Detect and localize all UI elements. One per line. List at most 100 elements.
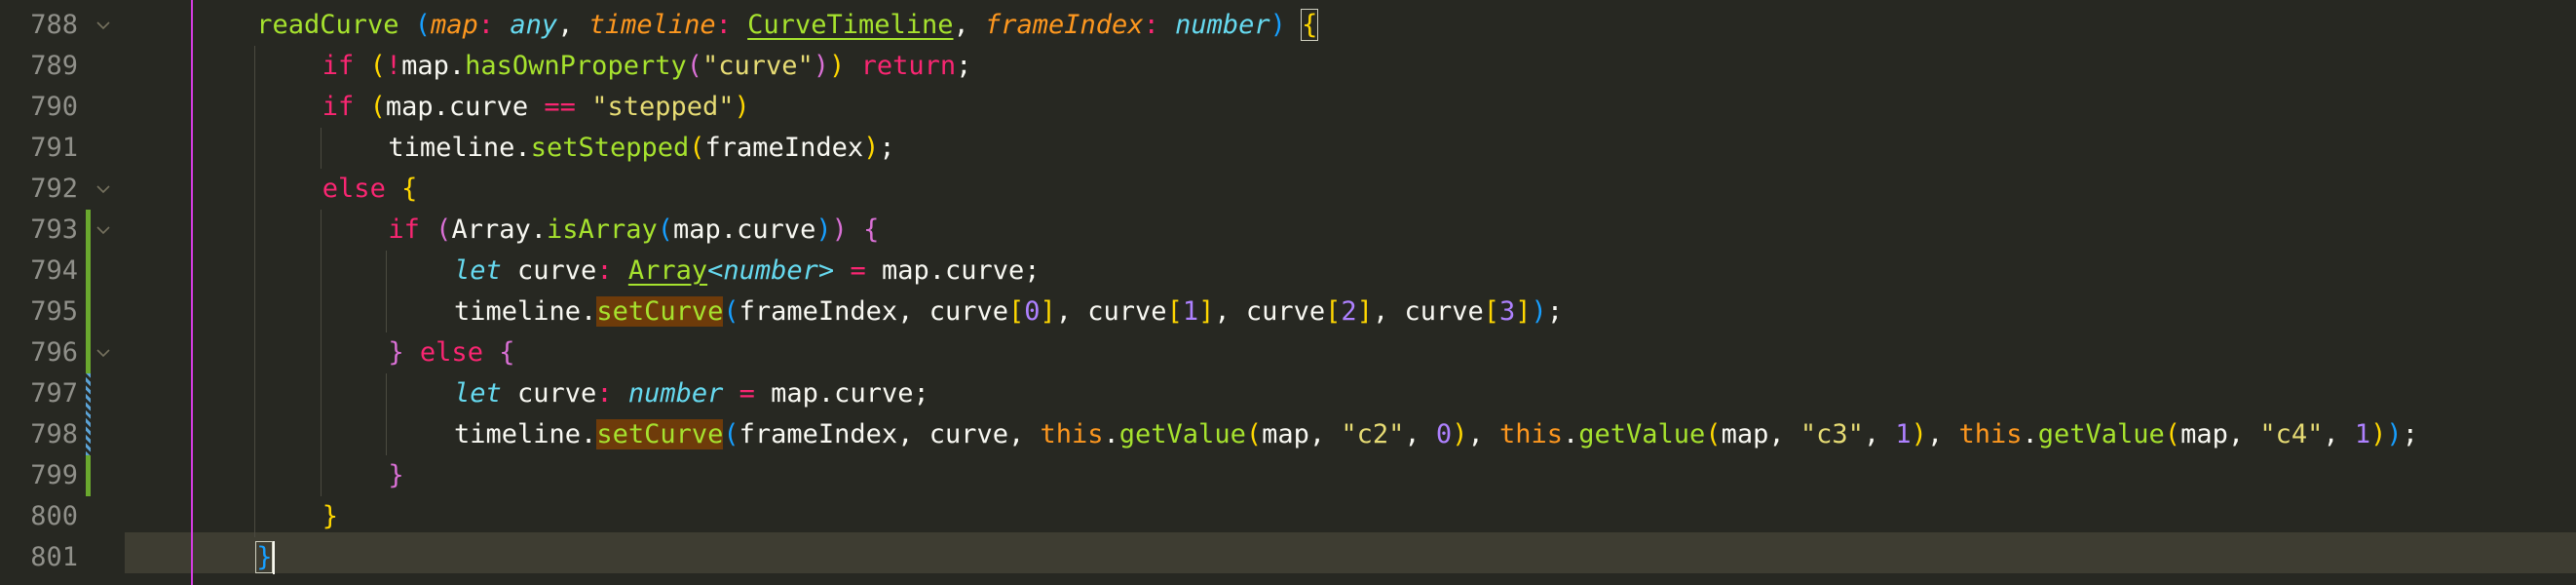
- code-token: frameIndex, curve: [739, 296, 1008, 327]
- code-line[interactable]: }: [255, 537, 274, 578]
- fold-chevron-icon[interactable]: [94, 5, 113, 46]
- code-token: "c3": [1799, 419, 1864, 449]
- code-token: this: [1958, 419, 2023, 449]
- code-token: >: [817, 255, 835, 286]
- code-token: else: [322, 174, 402, 204]
- code-token: [: [1166, 296, 1183, 327]
- code-token: map,: [2180, 419, 2260, 449]
- line-number: 788: [30, 10, 78, 40]
- code-token: , curve: [1214, 296, 1326, 327]
- code-token: ;: [2402, 419, 2418, 449]
- code-token: ;: [956, 51, 972, 81]
- code-line[interactable]: else {: [322, 169, 418, 210]
- code-line[interactable]: }: [388, 455, 403, 496]
- code-token: frameIndex: [704, 133, 864, 163]
- code-token: ,: [1467, 419, 1499, 449]
- line-number: 796: [30, 337, 78, 368]
- code-token: if: [322, 92, 370, 122]
- git-modified-indicator: [86, 251, 91, 292]
- code-line[interactable]: if (Array.isArray(map.curve)) {: [388, 210, 879, 251]
- code-line[interactable]: }: [322, 496, 338, 537]
- code-token: this: [1040, 419, 1104, 449]
- line-number: 801: [30, 542, 78, 572]
- code-line[interactable]: } else {: [388, 332, 514, 373]
- code-token: }: [388, 460, 404, 490]
- code-token: if: [388, 214, 436, 245]
- code-token: frameIndex, curve,: [739, 419, 1041, 449]
- code-line[interactable]: let curve: Array<number> = map.curve;: [454, 251, 1041, 292]
- fold-chevron-icon[interactable]: [94, 210, 113, 251]
- code-token: setCurve: [596, 419, 724, 449]
- code-token: getValue: [1118, 419, 1246, 449]
- code-token: ,: [557, 10, 589, 40]
- code-token: .: [2022, 419, 2038, 449]
- code-token: timeline: [588, 10, 716, 40]
- code-token: ): [863, 133, 880, 163]
- code-line[interactable]: if (map.curve == "stepped"): [322, 87, 750, 128]
- code-token: frameIndex: [985, 10, 1144, 40]
- code-token: 1: [1895, 419, 1912, 449]
- code-token: }: [322, 501, 339, 531]
- git-added-indicator: [86, 373, 91, 414]
- code-token: [: [1325, 296, 1342, 327]
- code-token: ,: [1404, 419, 1436, 449]
- code-token: getValue: [2037, 419, 2165, 449]
- fold-chevron-icon[interactable]: [94, 169, 113, 210]
- code-token: :: [1143, 10, 1176, 40]
- code-token: ): [2370, 419, 2387, 449]
- code-token: ]: [1040, 296, 1056, 327]
- code-token: 2: [1341, 296, 1357, 327]
- code-token: setStepped: [530, 133, 690, 163]
- current-line-highlight: [125, 532, 2576, 573]
- code-token: (: [1705, 419, 1722, 449]
- code-token: this: [1498, 419, 1563, 449]
- code-token: "curve": [701, 51, 814, 81]
- code-token: ]: [1198, 296, 1215, 327]
- code-area[interactable]: readCurve (map: any, timeline: CurveTime…: [125, 0, 2576, 585]
- code-line[interactable]: timeline.setCurve(frameIndex, curve[0], …: [454, 292, 1563, 332]
- code-token: 1: [1182, 296, 1199, 327]
- code-token: .: [1563, 419, 1579, 449]
- code-token: (: [689, 133, 705, 163]
- line-number: 791: [30, 133, 78, 163]
- fold-chevron-icon[interactable]: [94, 332, 113, 373]
- indent-ruler: [191, 0, 193, 585]
- code-line[interactable]: readCurve (map: any, timeline: CurveTime…: [256, 5, 1319, 46]
- code-token: map.curve;: [754, 378, 929, 409]
- code-token: (: [657, 214, 674, 245]
- code-line[interactable]: timeline.setStepped(frameIndex);: [388, 128, 894, 169]
- code-token: [: [1007, 296, 1025, 327]
- line-number: 793: [30, 214, 78, 245]
- code-token: let: [454, 378, 518, 409]
- code-token: Array.: [451, 214, 547, 245]
- code-token: ): [1269, 10, 1286, 40]
- text-cursor: [273, 541, 276, 574]
- code-token: if: [322, 51, 370, 81]
- code-token: timeline.: [454, 419, 597, 449]
- code-editor[interactable]: 788 789 790 791 792 793 794 795 796 797 798 799 800 8…: [0, 0, 2576, 585]
- line-number: 792: [30, 174, 78, 204]
- code-token: (: [723, 419, 739, 449]
- code-token: 0: [1435, 419, 1453, 449]
- code-token: {: [401, 174, 418, 204]
- code-token: ,: [953, 10, 986, 40]
- code-token: map,: [1721, 419, 1800, 449]
- code-token: timeline.: [454, 296, 597, 327]
- code-token: !: [385, 51, 402, 81]
- code-token: , curve: [1055, 296, 1167, 327]
- line-number: 798: [30, 419, 78, 449]
- git-modified-indicator: [86, 292, 91, 332]
- code-line[interactable]: let curve: number = map.curve;: [454, 373, 929, 414]
- line-number: 797: [30, 378, 78, 409]
- code-token: number: [627, 378, 724, 409]
- indent-guide: [320, 128, 322, 169]
- code-line[interactable]: if (!map.hasOwnProperty("curve")) return…: [322, 46, 972, 87]
- code-token: getValue: [1578, 419, 1706, 449]
- code-line[interactable]: timeline.setCurve(frameIndex, curve, thi…: [454, 414, 2418, 455]
- code-token: ,: [1926, 419, 1959, 449]
- code-token: , curve: [1372, 296, 1484, 327]
- code-token: timeline.: [388, 133, 531, 163]
